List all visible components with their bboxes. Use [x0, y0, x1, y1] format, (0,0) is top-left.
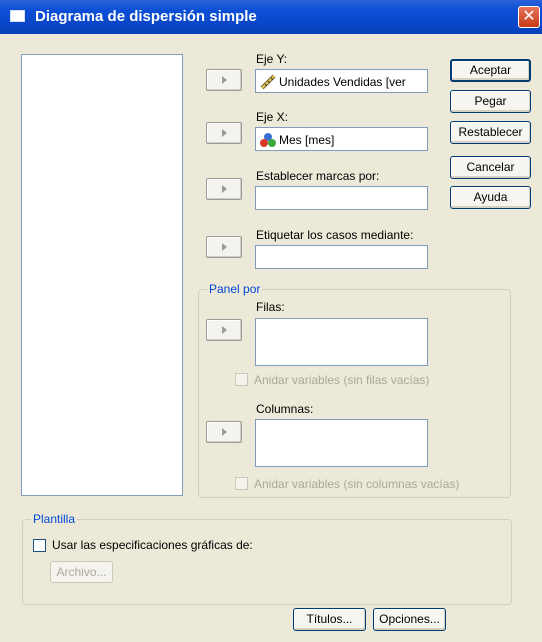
arrow-right-icon — [222, 129, 227, 137]
move-to-markers-button[interactable] — [206, 178, 242, 200]
scatter-dialog: Diagrama de dispersión simple ✕ Eje Y: U… — [0, 0, 542, 642]
arrow-right-icon — [222, 243, 227, 251]
columns-label: Columnas: — [256, 402, 314, 416]
move-to-rows-button[interactable] — [206, 319, 242, 341]
columns-field[interactable] — [255, 419, 428, 467]
window-icon — [10, 10, 25, 22]
ruler-scale-icon — [259, 74, 277, 90]
markers-label: Establecer marcas por: — [256, 169, 380, 183]
paste-button[interactable]: Pegar — [450, 90, 531, 113]
columns-nest-checkbox[interactable] — [235, 477, 248, 490]
arrow-right-icon — [222, 326, 227, 334]
y-axis-value: Unidades Vendidas [ver — [279, 75, 406, 89]
dialog-title: Diagrama de dispersión simple — [35, 8, 257, 25]
use-spec-checkbox[interactable] — [33, 539, 46, 552]
reset-button[interactable]: Restablecer — [450, 121, 531, 144]
move-to-y-axis-button[interactable] — [206, 69, 242, 91]
case-labels-label: Etiquetar los casos mediante: — [256, 228, 414, 242]
title-bar: Diagrama de dispersión simple ✕ — [0, 0, 542, 34]
close-button[interactable]: ✕ — [518, 6, 540, 28]
accept-button[interactable]: Aceptar — [450, 59, 531, 82]
options-button[interactable]: Opciones... — [373, 608, 446, 631]
x-axis-field[interactable]: Mes [mes] — [255, 127, 428, 151]
rows-nest-label: Anidar variables (sin filas vacías) — [254, 373, 430, 387]
close-icon: ✕ — [522, 8, 536, 25]
arrow-right-icon — [222, 428, 227, 436]
move-to-case-labels-button[interactable] — [206, 236, 242, 258]
panel-group-title: Panel por — [207, 282, 263, 296]
case-labels-field[interactable] — [255, 245, 428, 269]
titles-button[interactable]: Títulos... — [293, 608, 366, 631]
file-button[interactable]: Archivo... — [50, 561, 113, 583]
use-spec-label: Usar las especificaciones gráficas de: — [52, 538, 253, 552]
cancel-button[interactable]: Cancelar — [450, 156, 531, 179]
markers-field[interactable] — [255, 186, 428, 210]
columns-nest-label: Anidar variables (sin columnas vacías) — [254, 477, 460, 491]
x-axis-label: Eje X: — [256, 110, 289, 124]
rows-label: Filas: — [256, 300, 285, 314]
nominal-balls-icon — [259, 132, 277, 148]
y-axis-field[interactable]: Unidades Vendidas [ver — [255, 69, 428, 93]
arrow-right-icon — [222, 76, 227, 84]
y-axis-label: Eje Y: — [256, 52, 288, 66]
x-axis-value: Mes [mes] — [279, 133, 335, 147]
variable-list[interactable] — [21, 54, 183, 496]
move-to-x-axis-button[interactable] — [206, 122, 242, 144]
move-to-columns-button[interactable] — [206, 421, 242, 443]
rows-nest-checkbox[interactable] — [235, 373, 248, 386]
help-button[interactable]: Ayuda — [450, 186, 531, 209]
template-group-title: Plantilla — [31, 512, 78, 526]
arrow-right-icon — [222, 185, 227, 193]
rows-field[interactable] — [255, 318, 428, 366]
